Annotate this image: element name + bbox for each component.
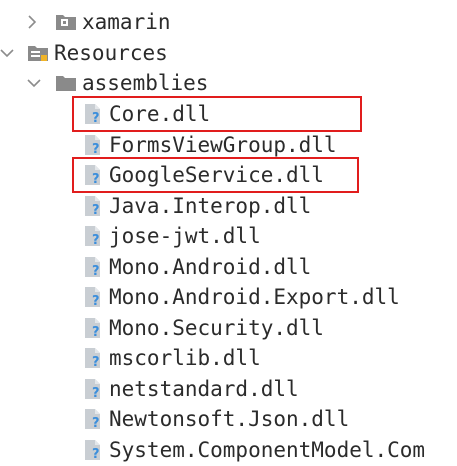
unknown-file-icon: ? [82,256,104,279]
tree-item-file[interactable]: ? GoogleService.dll [0,160,457,190]
unknown-file-icon: ? [82,408,104,431]
chevron-right-icon[interactable] [25,15,39,29]
tree-item-label: FormsViewGroup.dll [109,133,337,157]
unknown-file-icon: ? [82,195,104,218]
unknown-file-icon: ? [82,347,104,370]
tree-item-label: jose-jwt.dll [109,224,261,248]
unknown-file-icon: ? [82,317,104,340]
tree-item-label: xamarin [82,10,171,34]
tree-item-xamarin[interactable]: xamarin [0,7,457,37]
tree-item-label: assemblies [82,71,209,95]
tree-item-resources[interactable]: Resources [0,38,457,68]
svg-text:?: ? [92,447,100,461]
tree-item-label: mscorlib.dll [109,346,261,370]
svg-text:?: ? [92,111,100,125]
svg-text:?: ? [92,416,100,430]
tree-item-file[interactable]: ? Mono.Security.dll [0,313,457,343]
tree-item-file[interactable]: ? mscorlib.dll [0,343,457,373]
tree-item-label: Core.dll [109,102,211,126]
tree-item-file[interactable]: ? netstandard.dll [0,374,457,404]
tree-item-label: Mono.Android.dll [109,255,312,279]
unknown-file-icon: ? [82,164,104,187]
svg-text:?: ? [92,325,100,339]
tree-item-label: Java.Interop.dll [109,194,312,218]
tree-item-file[interactable]: ? Newtonsoft.Json.dll [0,404,457,434]
tree-item-file[interactable]: ? Java.Interop.dll [0,191,457,221]
tree-item-label: netstandard.dll [109,377,299,401]
unknown-file-icon: ? [82,134,104,157]
tree-item-file[interactable]: ? System.ComponentModel.Com [0,435,457,465]
unknown-file-icon: ? [82,439,104,462]
svg-text:?: ? [92,203,100,217]
resources-folder-icon [27,42,49,64]
tree-item-label: Newtonsoft.Json.dll [109,407,350,431]
tree-item-label: Mono.Android.Export.dll [109,285,400,309]
tree-item-label: Resources [54,41,168,65]
unknown-file-icon: ? [82,103,104,126]
svg-text:?: ? [92,264,100,278]
chevron-down-icon[interactable] [0,46,14,60]
tree-item-file[interactable]: ? Mono.Android.Export.dll [0,282,457,312]
tree-item-file[interactable]: ? FormsViewGroup.dll [0,130,457,160]
project-tree: xamarin Resources assemblies ? Core.dll … [0,0,457,462]
tree-item-label: System.ComponentModel.Com [109,438,426,462]
folder-icon [55,72,77,94]
svg-text:?: ? [92,142,100,156]
unknown-file-icon: ? [82,225,104,248]
unknown-file-icon: ? [82,378,104,401]
tree-item-assemblies[interactable]: assemblies [0,68,457,98]
tree-item-label: Mono.Security.dll [109,316,324,340]
folder-package-icon [55,11,77,33]
svg-text:?: ? [92,355,100,369]
unknown-file-icon: ? [82,286,104,309]
svg-text:?: ? [92,233,100,247]
chevron-down-icon[interactable] [27,76,41,90]
svg-text:?: ? [92,386,100,400]
tree-item-file[interactable]: ? Mono.Android.dll [0,252,457,282]
tree-item-label: GoogleService.dll [109,163,324,187]
tree-item-file[interactable]: ? jose-jwt.dll [0,221,457,251]
svg-text:?: ? [92,172,100,186]
tree-item-file[interactable]: ? Core.dll [0,99,457,129]
svg-text:?: ? [92,294,100,308]
